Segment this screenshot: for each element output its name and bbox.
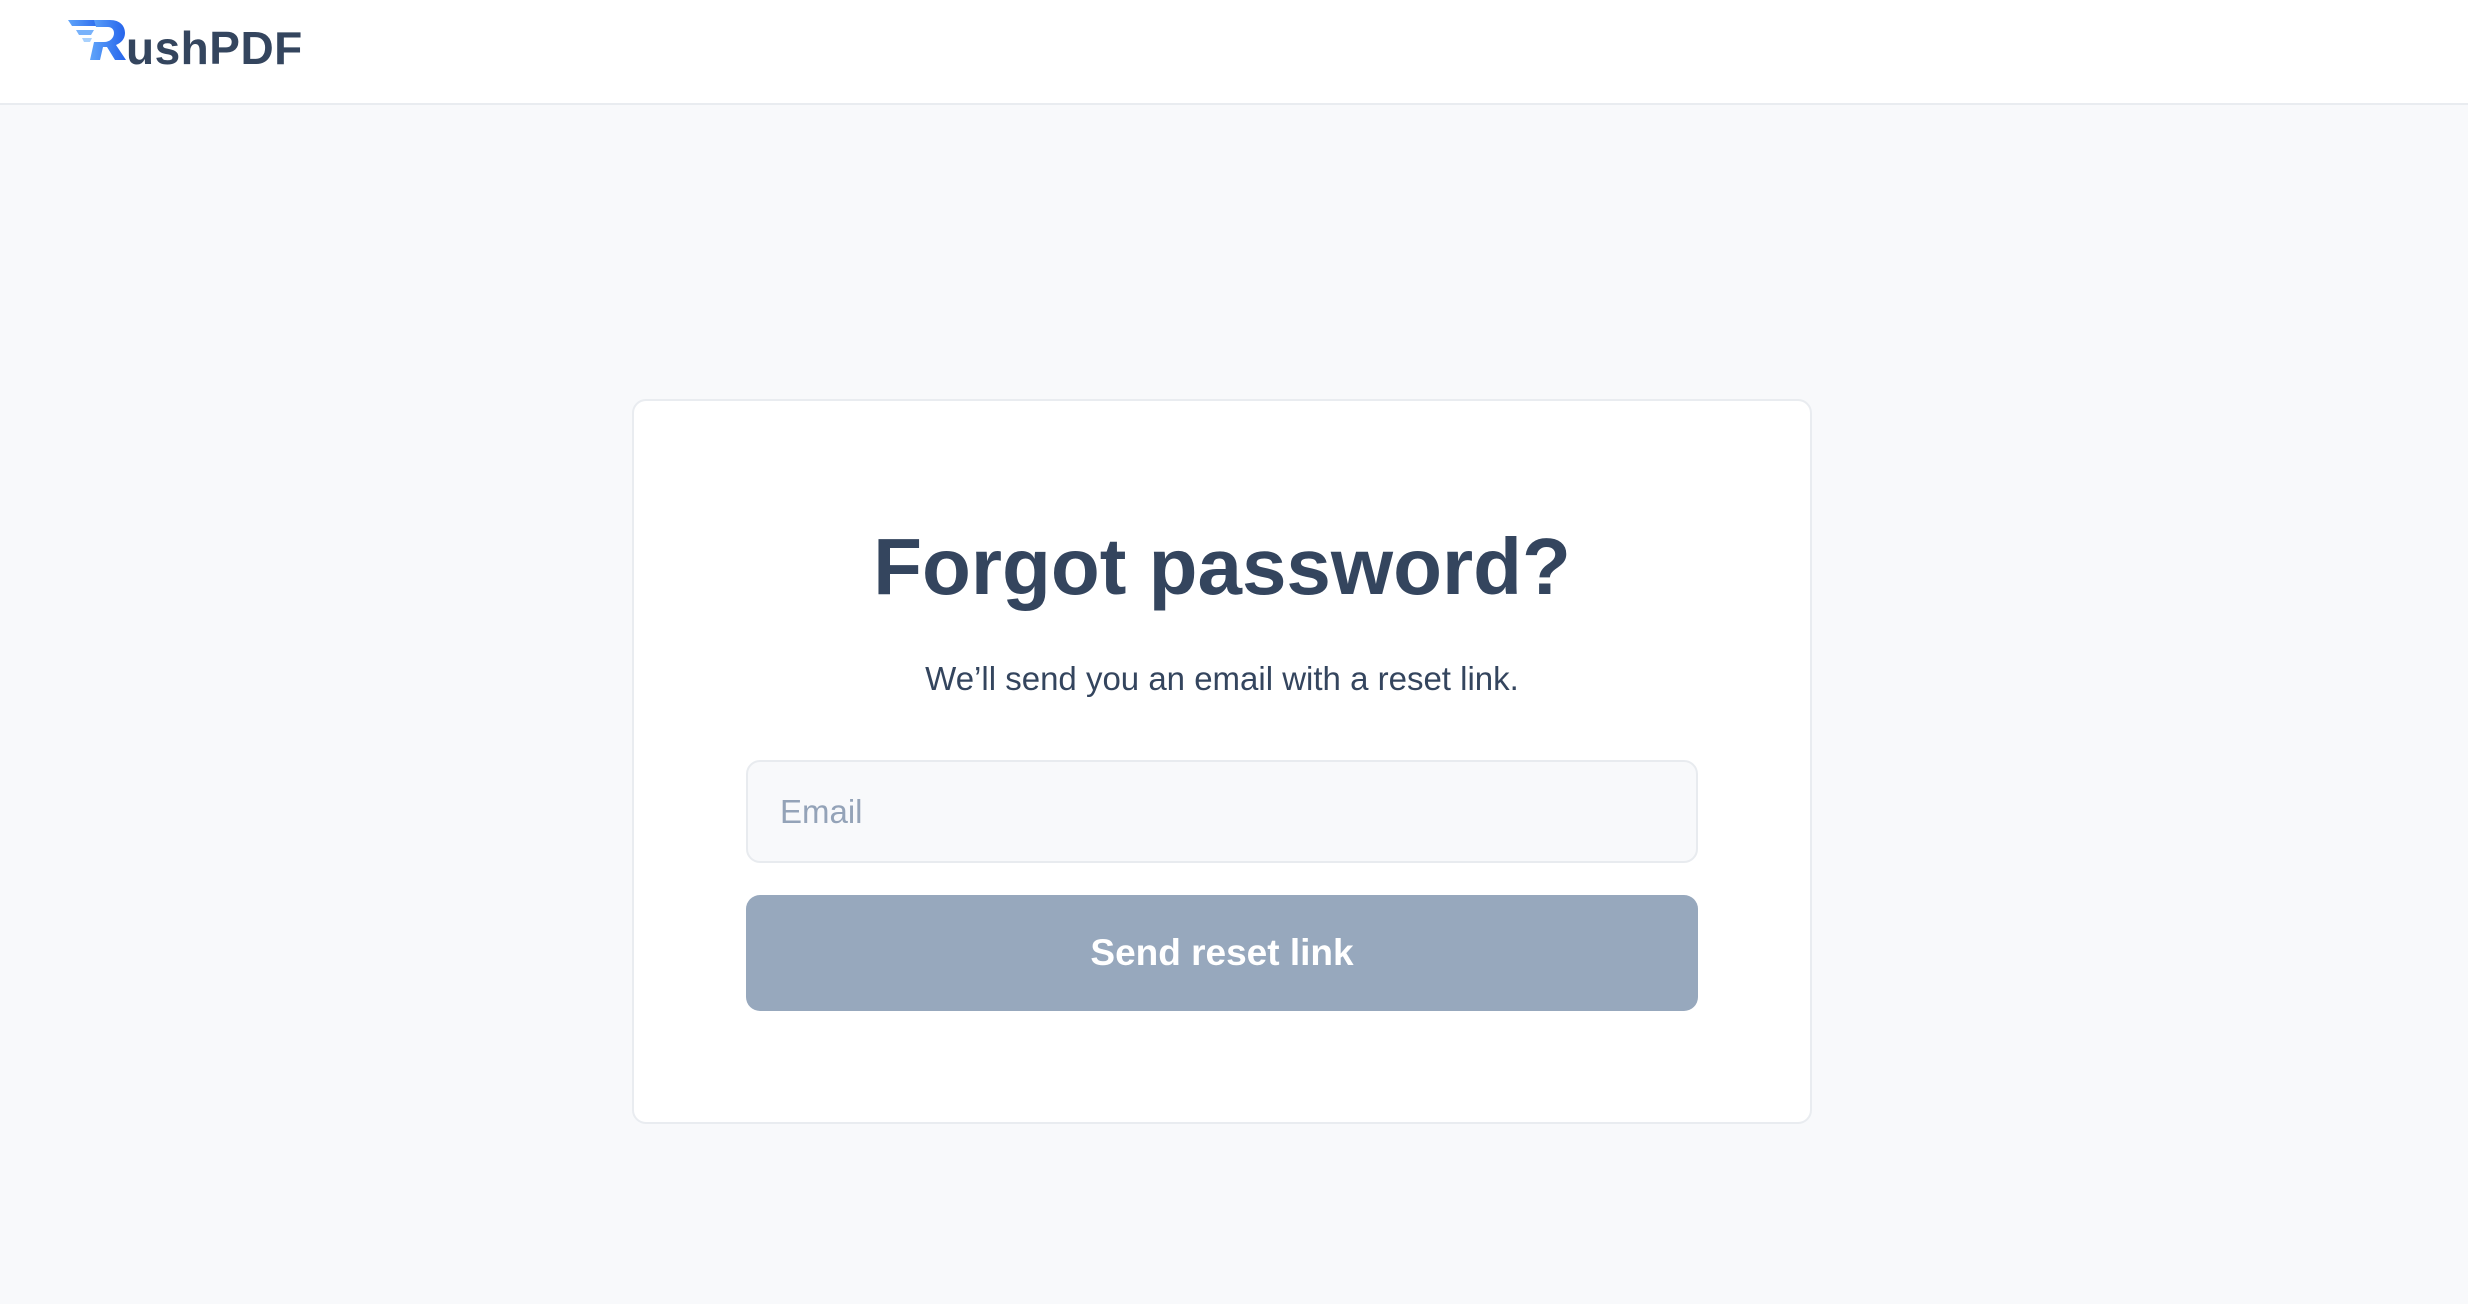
page-title: Forgot password? xyxy=(873,522,1571,611)
send-reset-link-button[interactable]: Send reset link xyxy=(746,895,1698,1011)
page-subtitle: We’ll send you an email with a reset lin… xyxy=(925,660,1519,697)
top-bar: ushPDF xyxy=(0,0,2468,105)
brand-logo[interactable]: ushPDF xyxy=(68,14,303,74)
forgot-password-card: Forgot password? We’ll send you an email… xyxy=(632,399,1812,1124)
email-field[interactable] xyxy=(746,760,1698,863)
rushpdf-logo-icon xyxy=(68,20,126,60)
brand-name: ushPDF xyxy=(126,22,303,74)
